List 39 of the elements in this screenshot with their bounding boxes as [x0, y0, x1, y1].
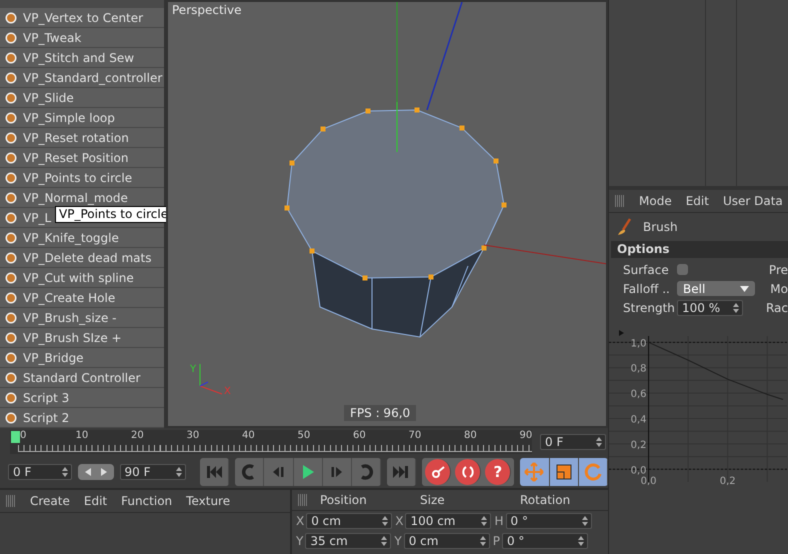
- axis-label: Y: [190, 364, 196, 375]
- column-header: Rotation: [520, 493, 572, 507]
- field-label: Pre: [768, 262, 788, 276]
- tick-label: 0,8: [630, 364, 646, 375]
- field-label: Surface: [623, 262, 670, 276]
- frame-label: 50: [298, 430, 310, 441]
- tool-name: Brush: [643, 220, 678, 234]
- axis-label: Y: [296, 534, 304, 548]
- tick-label: 0,4: [630, 414, 646, 426]
- axis-label: X: [395, 514, 404, 528]
- frame-label: 10: [76, 430, 88, 441]
- frame-label: 60: [353, 430, 366, 441]
- tick-label: 0,6: [630, 389, 646, 400]
- axis-label: Y: [394, 534, 402, 548]
- axis-label: P: [492, 534, 500, 548]
- axis-label: X: [296, 514, 304, 528]
- tick-label: 0,2: [720, 476, 736, 485]
- frame-label: 70: [408, 430, 422, 441]
- field-label: Strength: [623, 300, 676, 314]
- fps-readout: FPS : 96,0: [344, 405, 416, 421]
- section-header: Options: [611, 241, 788, 258]
- tick-label: 0,2: [630, 440, 646, 451]
- axis-label: H: [494, 514, 504, 528]
- viewport-title: Perspective: [172, 3, 242, 17]
- tick-label: 1,0: [630, 338, 646, 350]
- frame-label: 20: [131, 430, 144, 441]
- column-header: Size: [420, 493, 446, 507]
- frame-label: 30: [186, 430, 200, 441]
- frame-label: 80: [464, 430, 477, 441]
- frame-label: 40: [242, 430, 255, 441]
- field-label: Mo: [770, 282, 788, 296]
- field-label: Falloff ..: [623, 282, 671, 296]
- frame-label: 90: [520, 430, 532, 441]
- tick-label: 0,0: [640, 476, 656, 485]
- tick-label: 0,0: [630, 465, 646, 476]
- column-header: Position: [320, 493, 368, 507]
- field-label: Rac: [766, 300, 788, 314]
- axis-label: X: [224, 386, 231, 397]
- frame-label: 0: [20, 430, 26, 441]
